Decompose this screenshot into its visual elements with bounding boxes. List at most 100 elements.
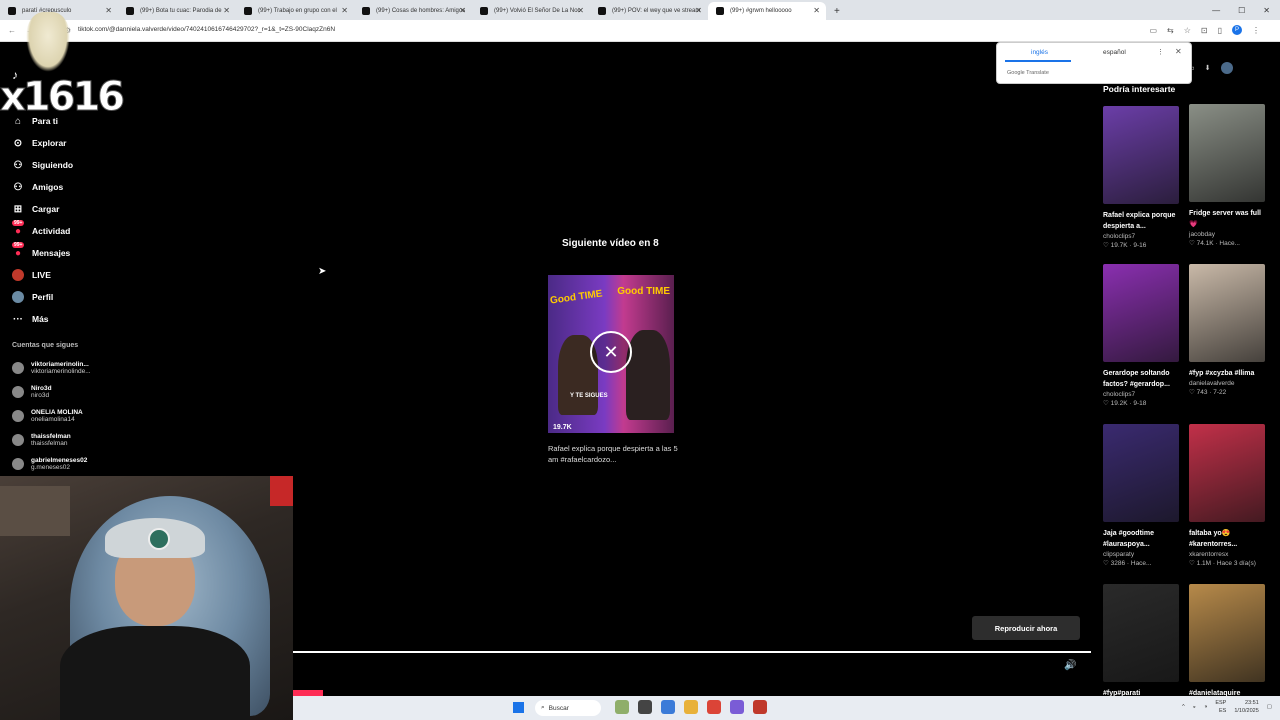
- goose-sticker: [26, 12, 70, 72]
- tiktok-favicon-icon: [8, 7, 16, 15]
- video-title: Jaja #goodtime #lauraspoya...: [1103, 530, 1154, 548]
- new-tab-button[interactable]: +: [826, 6, 848, 20]
- translate-tab-source[interactable]: inglés: [1031, 49, 1048, 56]
- video-thumbnail[interactable]: [1103, 584, 1179, 682]
- following-account[interactable]: gabrielmeneses02 g.meneses02: [0, 452, 140, 476]
- sidebar-item-para-ti[interactable]: ⌂ Para ti: [0, 110, 140, 132]
- browser-tab[interactable]: (99+) Volvió El Señor De La Noc ✕: [472, 2, 590, 20]
- recommended-video[interactable]: Jaja #goodtime #lauraspoya... clipsparat…: [1103, 424, 1181, 567]
- recommended-video[interactable]: #danielataquire: [1189, 584, 1267, 699]
- maximize-icon[interactable]: ☐: [1238, 6, 1245, 15]
- sidebar-item-label: Amigos: [32, 182, 64, 192]
- clock[interactable]: 23:51 1/10/2025: [1234, 699, 1258, 715]
- logo-area: ♪ x1616: [0, 12, 130, 121]
- profile-avatar[interactable]: P: [1232, 25, 1242, 35]
- next-video-description[interactable]: Rafael explica porque despierta a las 5 …: [548, 443, 678, 465]
- video-thumbnail[interactable]: [1189, 584, 1265, 682]
- sidebar-item-perfil[interactable]: Perfil: [0, 286, 140, 308]
- video-thumbnail[interactable]: [1103, 264, 1179, 362]
- window-controls: — ☐ ✕: [1202, 6, 1280, 20]
- menu-kebab-icon[interactable]: ⋮: [1252, 26, 1260, 35]
- copilot-icon[interactable]: [661, 700, 675, 714]
- friends-icon: ⚇: [13, 181, 23, 193]
- volume-icon[interactable]: 🔊: [1064, 660, 1076, 671]
- browser-tab[interactable]: (99+) POV: el wey que ve stream ✕: [590, 2, 708, 20]
- browser-tab[interactable]: (99+) Cosas de hombres: Amigos ✕: [354, 2, 472, 20]
- sidebar-item-mas[interactable]: ··· Más: [0, 308, 140, 330]
- extensions-icon[interactable]: ⊡: [1201, 26, 1208, 35]
- video-thumbnail[interactable]: [1189, 424, 1265, 522]
- recommended-video[interactable]: #fyp #xcyzba #llima danielavalverde ♡ 74…: [1189, 264, 1267, 396]
- close-icon[interactable]: ✕: [341, 6, 348, 15]
- translate-tab-target[interactable]: español: [1103, 49, 1126, 56]
- obs-icon[interactable]: [753, 700, 767, 714]
- address-bar: ← → ↻ ⚙ tiktok.com/@danniela.valverde/vi…: [0, 20, 1280, 42]
- close-icon[interactable]: ✕: [577, 6, 584, 15]
- following-account[interactable]: viktoriamerinolin... viktoriamerinolinde.…: [0, 356, 140, 380]
- cast-icon[interactable]: ▭: [1149, 26, 1157, 35]
- browser-tab-active[interactable]: (99+) #grwm hellooooo ✕: [708, 2, 826, 20]
- video-thumbnail[interactable]: [1189, 264, 1265, 362]
- video-progress-bar[interactable]: [293, 651, 1091, 653]
- tab-title: (99+) Trabajo en grupo con el: [258, 8, 337, 14]
- sidebar-item-label: Siguiendo: [32, 160, 74, 170]
- sidebar-item-amigos[interactable]: ⚇ Amigos: [0, 176, 140, 198]
- windows-start-icon[interactable]: [513, 702, 524, 713]
- sidebar-item-siguiendo[interactable]: ⚇ Siguiendo: [0, 154, 140, 176]
- translate-menu-icon[interactable]: ⋮: [1157, 48, 1164, 56]
- video-title: Rafael explica porque despierta a...: [1103, 212, 1176, 230]
- video-thumbnail[interactable]: [1189, 104, 1265, 202]
- inbox-icon[interactable]: ⬇: [1205, 64, 1211, 72]
- recommended-video[interactable]: faltaba yo😍 #karentorres... xkarentorres…: [1189, 424, 1267, 567]
- close-icon[interactable]: ✕: [1175, 47, 1182, 56]
- recommended-video[interactable]: Rafael explica porque despierta a... cho…: [1103, 106, 1181, 249]
- close-icon[interactable]: ✕: [105, 6, 112, 15]
- back-icon[interactable]: ←: [8, 26, 16, 35]
- chrome-icon[interactable]: [707, 700, 721, 714]
- bookmark-star-icon[interactable]: ☆: [1184, 26, 1191, 35]
- close-icon[interactable]: ✕: [695, 6, 702, 15]
- url-field[interactable]: tiktok.com/@danniela.valverde/video/7402…: [78, 26, 335, 33]
- close-icon[interactable]: ✕: [459, 6, 466, 15]
- activity-icon: ●: [14, 225, 22, 237]
- taskbar-search[interactable]: ⌕ Buscar: [535, 700, 601, 716]
- network-icon[interactable]: ◒: [1193, 704, 1196, 710]
- minimize-icon[interactable]: —: [1212, 6, 1220, 15]
- video-player[interactable]: [293, 42, 1091, 696]
- sidebar-item-explorar[interactable]: ⊙ Explorar: [0, 132, 140, 154]
- tray-chevron-icon[interactable]: ^: [1182, 704, 1185, 710]
- next-video-thumbnail[interactable]: Good TIME Good TIME Y TE SIGUES ✕ 19.7K: [548, 275, 674, 433]
- close-icon[interactable]: ✕: [813, 6, 820, 15]
- recommended-video[interactable]: Fridge server was full 💗 jacobday ♡ 74.1…: [1189, 104, 1267, 247]
- following-account[interactable]: thaissfelman thaissfelman: [0, 428, 140, 452]
- task-view-icon[interactable]: [638, 700, 652, 714]
- close-window-icon[interactable]: ✕: [1263, 6, 1270, 15]
- app-icon[interactable]: [730, 700, 744, 714]
- keyboard-language[interactable]: ESP ES: [1215, 699, 1226, 715]
- video-thumbnail[interactable]: [1103, 106, 1179, 204]
- video-meta: ♡ 3286 · Hace...: [1103, 560, 1152, 567]
- speaker-icon[interactable]: ◑: [1204, 704, 1207, 710]
- recommended-video[interactable]: #fyp#parati: [1103, 584, 1181, 699]
- recommended-video[interactable]: Gerardope soltando factos? #gerardop... …: [1103, 264, 1181, 407]
- notifications-icon[interactable]: ▢: [1267, 704, 1272, 710]
- translate-icon[interactable]: ⇆: [1167, 26, 1174, 35]
- sidebar-item-mensajes[interactable]: ● 99+ Mensajes: [0, 242, 140, 264]
- video-thumbnail[interactable]: [1103, 424, 1179, 522]
- thumbnail-text: Good TIME: [549, 288, 604, 307]
- browser-tab[interactable]: (99+) Trabajo en grupo con el ✕: [236, 2, 354, 20]
- sidebar-item-actividad[interactable]: ● 99+ Actividad: [0, 220, 140, 242]
- browser-tab[interactable]: (99+) Bota tu cuac: Parodia de ✕: [118, 2, 236, 20]
- cancel-autoplay-icon[interactable]: ✕: [590, 331, 632, 373]
- avatar[interactable]: [1220, 62, 1233, 74]
- sidebar-item-live[interactable]: LIVE: [0, 264, 140, 286]
- sidepanel-icon[interactable]: ▯: [1218, 26, 1222, 35]
- sidebar-item-cargar[interactable]: ⊞ Cargar: [0, 198, 140, 220]
- widgets-icon[interactable]: [615, 700, 629, 714]
- file-explorer-icon[interactable]: [684, 700, 698, 714]
- video-author: choloclips7: [1103, 391, 1136, 398]
- close-icon[interactable]: ✕: [223, 6, 230, 15]
- following-account[interactable]: Niro3d niro3d: [0, 380, 140, 404]
- following-account[interactable]: ONELIA MOLINA oneliamolina14: [0, 404, 140, 428]
- play-now-button[interactable]: Reproducir ahora: [972, 616, 1080, 640]
